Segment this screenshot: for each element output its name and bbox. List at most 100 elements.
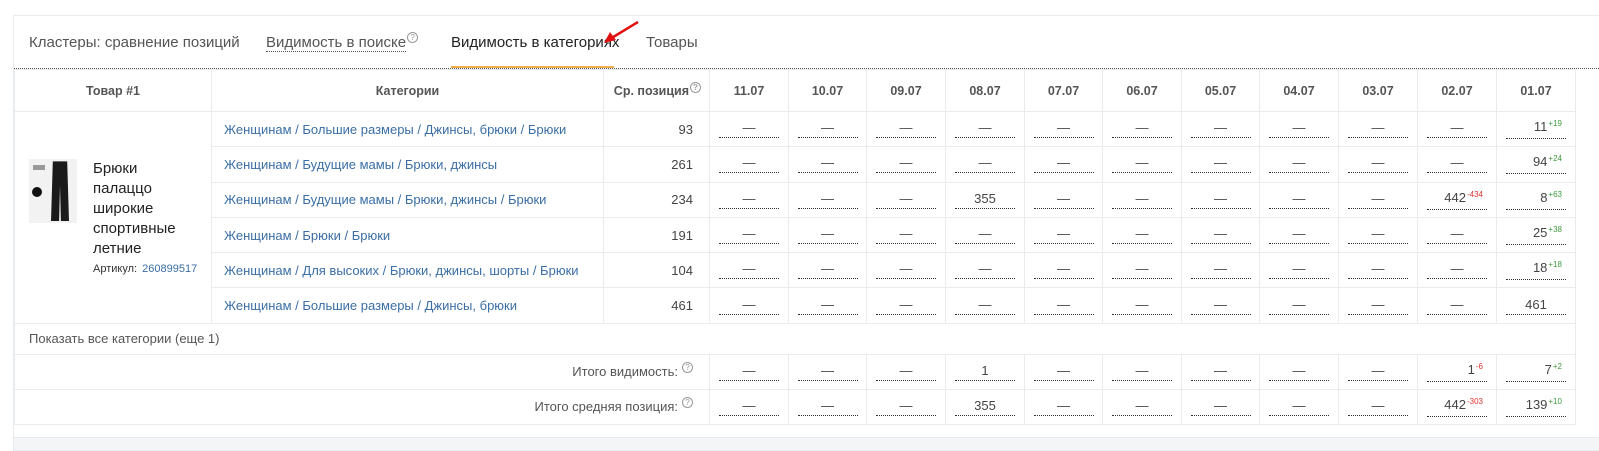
position-value[interactable]: — [1427,227,1487,245]
position-value[interactable]: — [1112,262,1172,280]
position-value[interactable]: — [797,262,858,280]
position-value[interactable]: — [1112,398,1172,416]
position-value[interactable]: — [1269,398,1329,416]
position-value[interactable]: 94+24 [1506,154,1566,175]
position-value[interactable]: 8+63 [1506,190,1566,210]
position-value[interactable]: 11+19 [1506,119,1566,140]
position-value[interactable]: 25+38 [1506,225,1566,246]
position-value[interactable]: 18+18 [1506,260,1566,281]
tab-category-visibility[interactable]: Видимость в категориях [451,34,619,51]
position-value[interactable]: — [955,227,1015,245]
position-value[interactable]: 442-434 [1427,190,1487,210]
help-icon[interactable]: ? [682,397,693,409]
help-icon[interactable]: ? [407,32,419,43]
position-value[interactable]: 7+2 [1506,362,1566,382]
tab-search-visibility[interactable]: Видимость в поиске? [266,32,419,52]
category-link[interactable]: Женщинам / Большие размеры / Джинсы, брю… [211,110,604,148]
position-value[interactable]: — [1348,191,1408,209]
position-value[interactable]: — [1112,191,1172,209]
help-icon[interactable]: ? [690,81,701,93]
position-value[interactable]: — [955,262,1015,280]
position-value[interactable]: 355 [955,191,1015,209]
position-value[interactable]: — [1190,262,1251,280]
position-value[interactable]: — [1112,227,1172,245]
category-link[interactable]: Женщинам / Для высоких / Брюки, джинсы, … [211,252,604,289]
position-value[interactable]: — [719,262,779,280]
position-value[interactable]: — [797,398,858,416]
position-value[interactable]: — [797,191,858,209]
sku-link[interactable]: 260899517 [142,263,197,275]
position-value[interactable]: — [1269,191,1329,209]
show-all-categories-link[interactable]: Показать все категории (еще 1) [29,331,220,346]
position-value[interactable]: — [1033,363,1094,381]
position-value[interactable]: — [1348,262,1408,280]
position-value[interactable]: — [719,156,779,174]
position-value[interactable]: — [876,156,936,174]
position-value[interactable]: — [797,121,858,139]
position-value[interactable]: — [1427,121,1487,139]
category-link[interactable]: Женщинам / Будущие мамы / Брюки, джинсы … [211,181,604,218]
position-value[interactable]: 461 [1506,297,1566,315]
position-value[interactable]: — [719,297,779,315]
position-value[interactable]: — [1033,227,1094,245]
position-value[interactable]: — [1348,156,1408,174]
position-value[interactable]: — [1348,297,1408,315]
category-link[interactable]: Женщинам / Большие размеры / Джинсы, брю… [211,287,604,324]
position-value[interactable]: — [1348,363,1408,381]
position-value[interactable]: 1 [955,363,1015,381]
help-icon[interactable]: ? [682,362,693,374]
position-value[interactable]: — [1190,227,1251,245]
position-value[interactable]: — [1348,398,1408,416]
position-value[interactable]: — [797,363,858,381]
position-value[interactable]: — [876,227,936,245]
position-value[interactable]: — [1033,262,1094,280]
position-value[interactable]: — [1269,156,1329,174]
position-value[interactable]: — [955,297,1015,315]
position-value[interactable]: 442-303 [1427,397,1487,417]
position-value[interactable]: — [1112,156,1172,174]
position-value[interactable]: — [1033,398,1094,416]
position-value[interactable]: — [876,121,936,139]
position-value[interactable]: — [876,398,936,416]
position-value[interactable]: — [1269,363,1329,381]
position-value[interactable]: — [1033,191,1094,209]
position-value[interactable]: — [1348,121,1408,139]
position-value[interactable]: — [1190,191,1251,209]
position-value[interactable]: — [1348,227,1408,245]
position-value[interactable]: — [955,121,1015,139]
position-value[interactable]: — [719,191,779,209]
position-value[interactable]: — [719,227,779,245]
position-value[interactable]: — [876,363,936,381]
position-value[interactable]: — [1427,262,1487,280]
tab-clusters[interactable]: Кластеры: сравнение позиций [29,34,240,51]
header-avg-position[interactable]: Ср. позиция? [603,69,710,112]
position-value[interactable]: — [719,363,779,381]
position-value[interactable]: — [1269,262,1329,280]
position-value[interactable]: — [1427,156,1487,174]
position-value[interactable]: — [1112,297,1172,315]
position-value[interactable]: — [1112,121,1172,139]
position-value[interactable]: — [797,156,858,174]
position-value[interactable]: — [1033,121,1094,139]
position-value[interactable]: — [797,297,858,315]
position-value[interactable]: — [955,156,1015,174]
position-value[interactable]: — [1033,297,1094,315]
position-value[interactable]: — [1190,363,1251,381]
position-value[interactable]: — [1190,297,1251,315]
tab-products[interactable]: Товары [646,34,698,51]
position-value[interactable]: 139+10 [1506,397,1566,417]
category-link[interactable]: Женщинам / Будущие мамы / Брюки, джинсы [211,146,604,183]
position-value[interactable]: — [797,227,858,245]
product-image[interactable] [29,159,77,224]
position-value[interactable]: — [876,297,936,315]
category-link[interactable]: Женщинам / Брюки / Брюки [211,216,604,254]
position-value[interactable]: — [1190,156,1251,174]
position-value[interactable]: — [719,121,779,139]
position-value[interactable]: — [1033,156,1094,174]
position-value[interactable]: — [1269,121,1329,139]
position-value[interactable]: — [719,398,779,416]
position-value[interactable]: — [1269,297,1329,315]
position-value[interactable]: — [1427,297,1487,315]
position-value[interactable]: — [1269,227,1329,245]
position-value[interactable]: — [876,262,936,280]
